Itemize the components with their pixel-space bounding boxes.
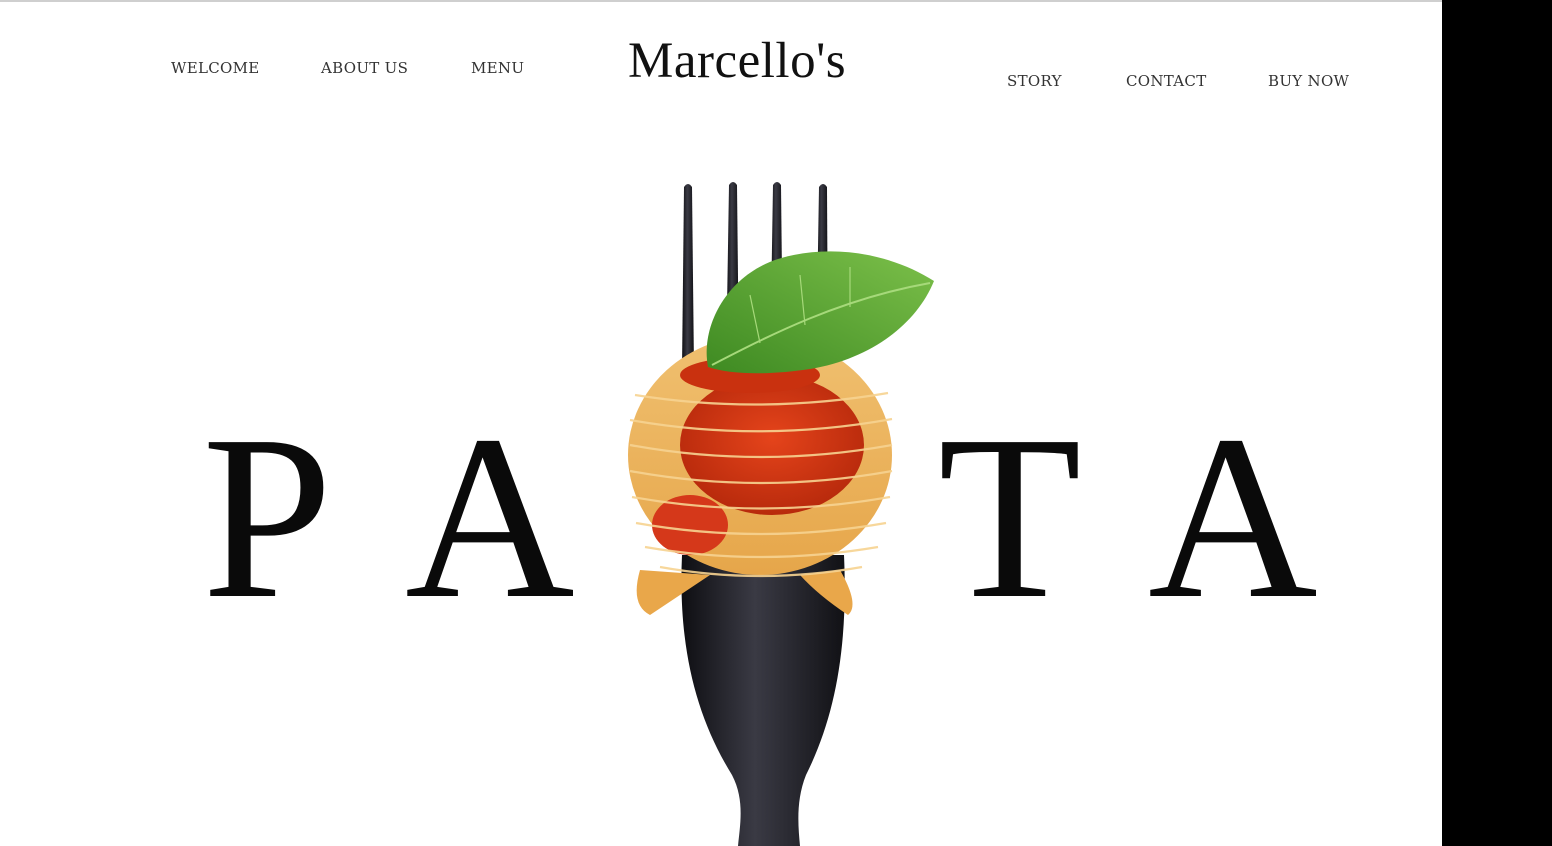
hero-letter-a: A — [405, 387, 575, 647]
hero-letter-a-2: A — [1148, 387, 1318, 647]
brand-logo[interactable]: Marcello's — [628, 36, 846, 87]
nav-buy-now[interactable]: BUY NOW — [1268, 74, 1349, 89]
nav-welcome[interactable]: WELCOME — [171, 61, 260, 76]
pasta-fork-image — [628, 182, 934, 846]
nav-about-us[interactable]: ABOUT US — [321, 61, 408, 76]
top-divider — [0, 0, 1442, 2]
nav-contact[interactable]: CONTACT — [1126, 74, 1207, 89]
nav-story[interactable]: STORY — [1007, 74, 1062, 89]
nav-menu[interactable]: MENU — [471, 61, 524, 76]
page: WELCOME ABOUT US MENU Marcello's STORY C… — [0, 0, 1442, 846]
hero-letter-p: P — [202, 387, 333, 647]
